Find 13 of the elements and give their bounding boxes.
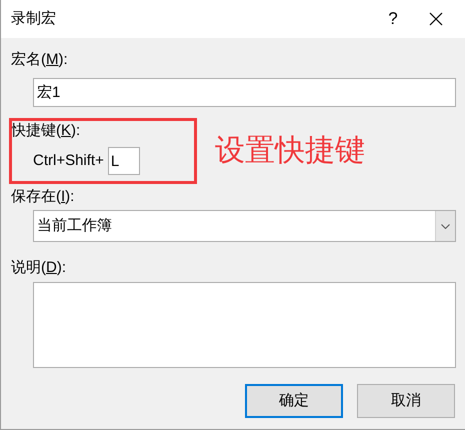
annotation-text: 设置快捷键 [215,133,365,169]
window-title: 录制宏 [11,8,57,29]
shortcut-key-field[interactable]: L [108,147,140,175]
store-in-dropdown[interactable]: 当前工作簿 [33,210,456,242]
dialog-button[interactable]: 取消 [357,384,455,418]
shortcut-prefix: Ctrl+Shift+ [33,150,104,171]
store-in-label: 保存在(I): [11,187,74,207]
dialog-button[interactable]: 确定 [245,384,343,418]
help-button[interactable]: ? [373,0,413,38]
macro-name-label: 宏名(M): [11,50,68,70]
description-label: 说明(D): [11,258,66,278]
macro-name-field[interactable]: 宏1 [33,78,456,107]
shortcut-label: 快捷键(K): [11,121,80,141]
